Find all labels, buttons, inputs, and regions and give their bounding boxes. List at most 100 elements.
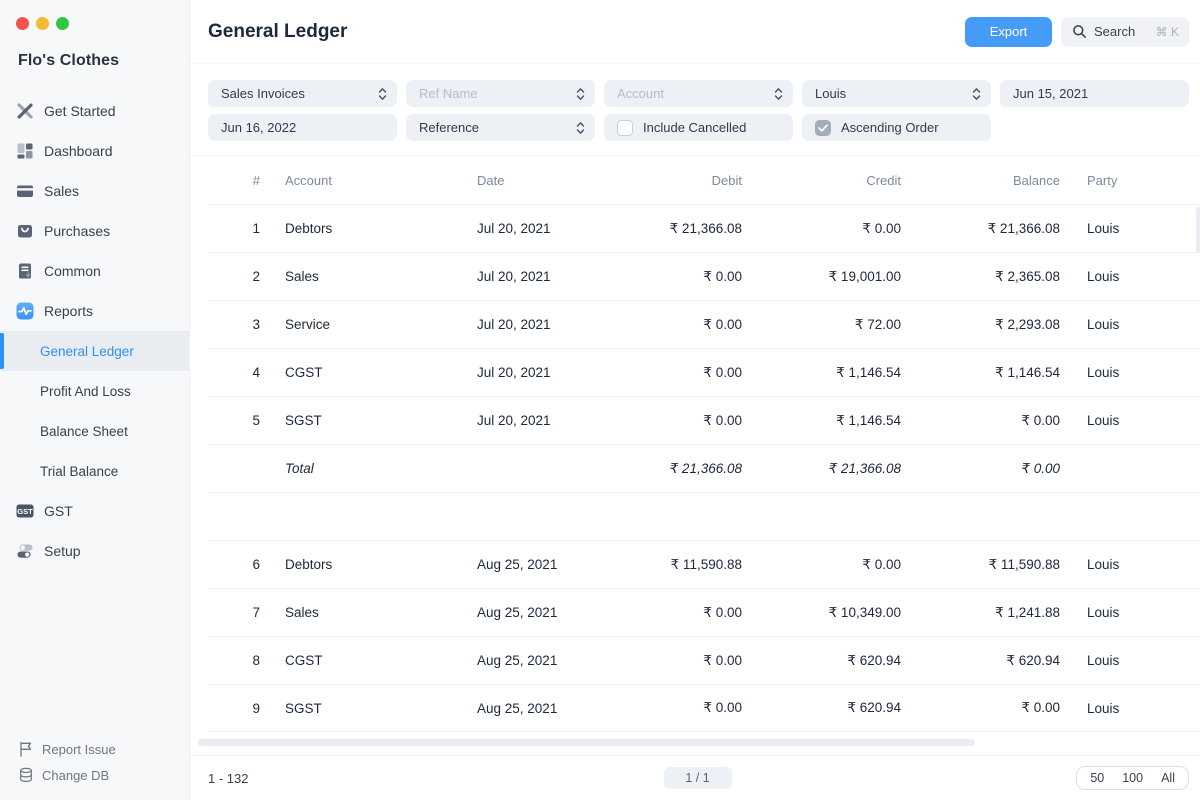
cell-account: Service [260,317,477,332]
sidebar-item-profit-and-loss[interactable]: Profit And Loss [0,371,189,411]
cell-date: Jul 20, 2021 [477,221,622,236]
sidebar-item-purchases[interactable]: Purchases [0,211,189,251]
sidebar-item-balance-sheet[interactable]: Balance Sheet [0,411,189,451]
cell-party: Louis [1060,365,1190,380]
page-size-all-button[interactable]: All [1152,771,1184,785]
cell-account: Sales [260,269,477,284]
party-select[interactable]: Louis [802,80,991,107]
filter-row-1: Sales Invoices Ref Name Account [208,80,1189,107]
shopping-bag-icon [16,222,34,240]
horizontal-scrollbar[interactable] [198,739,975,746]
column-header-balance[interactable]: Balance [901,173,1060,188]
from-date-input[interactable]: Jun 15, 2021 [1000,80,1189,107]
sidebar-item-get-started[interactable]: Get Started [0,91,189,131]
ledger-table: # Account Date Debit Credit Balance Part… [190,156,1200,755]
report-type-select[interactable]: Sales Invoices [208,80,397,107]
zoom-window-button[interactable] [56,17,69,30]
sidebar-item-dashboard[interactable]: Dashboard [0,131,189,171]
page-header: General Ledger Export Search ⌘ K [190,0,1200,64]
page-size-100-button[interactable]: 100 [1113,771,1152,785]
page-size-50-button[interactable]: 50 [1081,771,1113,785]
table-row[interactable]: 1DebtorsJul 20, 2021₹ 21,366.08₹ 0.00₹ 2… [208,204,1200,252]
chevron-updown-icon [972,87,981,101]
cell-account: Sales [260,605,477,620]
cell-num: 4 [208,365,260,380]
change-db-link[interactable]: Change DB [18,762,116,788]
sidebar-item-setup[interactable]: Setup [0,531,189,571]
sidebar-item-label: Reports [44,303,93,319]
cell-credit: ₹ 0.00 [742,557,901,573]
cell-account: CGST [260,653,477,668]
group-by-select[interactable]: Reference [406,114,595,141]
table-row[interactable]: 8CGSTAug 25, 2021₹ 0.00₹ 620.94₹ 620.94L… [208,636,1200,684]
sidebar-footer: Report Issue Change DB [18,736,116,788]
sidebar-item-label: Common [44,263,101,279]
setup-icon [16,542,34,560]
table-header-row: # Account Date Debit Credit Balance Part… [208,156,1200,204]
table-row[interactable]: 2SalesJul 20, 2021₹ 0.00₹ 19,001.00₹ 2,3… [208,252,1200,300]
vertical-scrollbar[interactable] [1196,207,1200,253]
table-row[interactable]: 5SGSTJul 20, 2021₹ 0.00₹ 1,146.54₹ 0.00L… [208,396,1200,444]
column-header-date[interactable]: Date [477,173,622,188]
sidebar-subitem-label: Balance Sheet [40,424,128,439]
column-header-debit[interactable]: Debit [622,173,742,188]
cell-debit: ₹ 0.00 [622,653,742,669]
main-content: General Ledger Export Search ⌘ K [190,0,1200,800]
export-button[interactable]: Export [965,17,1052,47]
cell-balance: ₹ 0.00 [901,700,1060,716]
cell-debit: ₹ 11,590.88 [622,557,742,573]
checkbox-checked-icon [815,120,831,136]
sidebar-item-gst[interactable]: GST GST [0,491,189,531]
account-select[interactable]: Account [604,80,793,107]
to-date-input[interactable]: Jun 16, 2022 [208,114,397,141]
column-header-party[interactable]: Party [1060,173,1190,188]
chevron-updown-icon [774,87,783,101]
dashboard-icon [16,142,34,160]
chevron-updown-icon [576,121,585,135]
page-indicator: 1 / 1 [664,767,732,789]
column-header-account[interactable]: Account [260,173,477,188]
cell-debit: ₹ 0.00 [622,413,742,429]
table-row[interactable]: 6DebtorsAug 25, 2021₹ 11,590.88₹ 0.00₹ 1… [208,540,1200,588]
table-row[interactable]: 3ServiceJul 20, 2021₹ 0.00₹ 72.00₹ 2,293… [208,300,1200,348]
cell-party: Louis [1060,605,1190,620]
cell-party: Louis [1060,413,1190,428]
cell-balance: ₹ 21,366.08 [901,221,1060,237]
ref-name-placeholder: Ref Name [419,86,478,101]
column-header-credit[interactable]: Credit [742,173,901,188]
table-row[interactable]: 9SGSTAug 25, 2021₹ 0.00₹ 620.94₹ 0.00Lou… [208,684,1200,732]
cell-account: SGST [260,701,477,716]
sidebar-item-reports[interactable]: Reports [0,291,189,331]
table-row[interactable]: 7SalesAug 25, 2021₹ 0.00₹ 10,349.00₹ 1,2… [208,588,1200,636]
ascending-order-checkbox[interactable]: Ascending Order [802,114,991,141]
cell-credit: ₹ 620.94 [742,653,901,669]
sidebar-item-general-ledger[interactable]: General Ledger [0,331,189,371]
cell-debit: ₹ 0.00 [622,269,742,285]
include-cancelled-checkbox[interactable]: Include Cancelled [604,114,793,141]
sidebar-item-trial-balance[interactable]: Trial Balance [0,451,189,491]
cell-num: 3 [208,317,260,332]
cell-account: Total [260,461,477,476]
column-header-num[interactable]: # [208,173,260,188]
close-window-button[interactable] [16,17,29,30]
total-row: Total₹ 21,366.08₹ 21,366.08₹ 0.00 [208,444,1200,492]
cell-debit: ₹ 21,366.08 [622,461,742,477]
filter-bar: Sales Invoices Ref Name Account [190,64,1200,156]
search-label: Search [1094,24,1135,39]
cell-credit: ₹ 21,366.08 [742,461,901,477]
cell-debit: ₹ 0.00 [622,365,742,381]
sidebar-item-label: Purchases [44,223,110,239]
cell-credit: ₹ 10,349.00 [742,605,901,621]
search-input[interactable]: Search ⌘ K [1061,17,1189,47]
cell-party: Louis [1060,317,1190,332]
sidebar-item-label: Get Started [44,103,116,119]
to-date-value: Jun 16, 2022 [221,120,296,135]
table-row[interactable]: 4CGSTJul 20, 2021₹ 0.00₹ 1,146.54₹ 1,146… [208,348,1200,396]
sidebar-item-label: Setup [44,543,81,559]
sidebar-item-common[interactable]: Common [0,251,189,291]
cell-num: 5 [208,413,260,428]
minimize-window-button[interactable] [36,17,49,30]
report-issue-link[interactable]: Report Issue [18,736,116,762]
ref-name-select[interactable]: Ref Name [406,80,595,107]
sidebar-item-sales[interactable]: Sales [0,171,189,211]
